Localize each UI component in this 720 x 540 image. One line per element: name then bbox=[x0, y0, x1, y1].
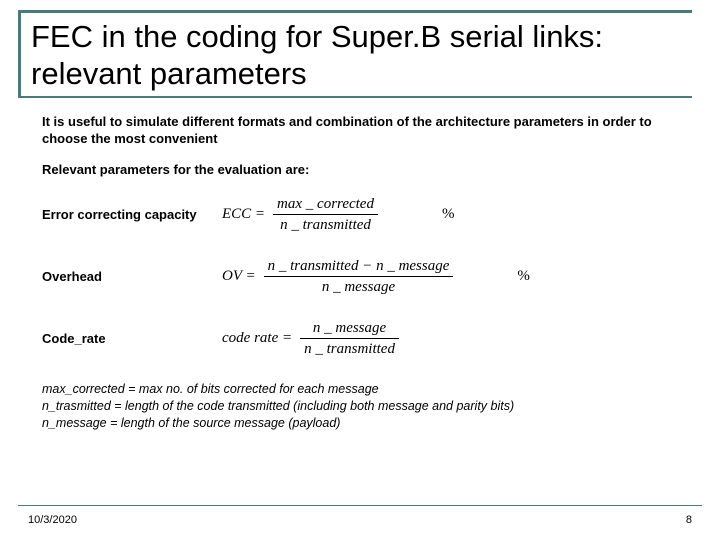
cr-den: n _ transmitted bbox=[300, 340, 399, 358]
def-max-corrected: max_corrected = max no. of bits correcte… bbox=[42, 381, 684, 398]
ov-lhs: OV = bbox=[222, 268, 256, 285]
ov-pct: % bbox=[517, 268, 530, 285]
subhead-text: Relevant parameters for the evaluation a… bbox=[42, 162, 684, 177]
footer-date: 10/3/2020 bbox=[28, 514, 77, 526]
ecc-num: max _ corrected bbox=[273, 195, 378, 213]
footer: 10/3/2020 8 bbox=[28, 514, 692, 526]
param-cr-label: Code_rate bbox=[42, 331, 222, 346]
footer-rule bbox=[18, 505, 702, 506]
ov-num: n _ transmitted − n _ message bbox=[264, 257, 454, 275]
slide-title: FEC in the coding for Super.B serial lin… bbox=[31, 19, 692, 92]
slide-body: It is useful to simulate different forma… bbox=[28, 114, 692, 431]
def-n-transmitted: n_trasmitted = length of the code transm… bbox=[42, 398, 684, 415]
def-n-message: n_message = length of the source message… bbox=[42, 415, 684, 432]
intro-text: It is useful to simulate different forma… bbox=[42, 114, 684, 148]
cr-num: n _ message bbox=[309, 319, 390, 337]
cr-lhs: code rate = bbox=[222, 330, 292, 347]
ov-fraction: n _ transmitted − n _ message n _ messag… bbox=[264, 257, 454, 296]
formula-ecc: ECC = max _ corrected n _ transmitted % bbox=[222, 195, 454, 234]
ecc-den: n _ transmitted bbox=[276, 216, 375, 234]
param-ecc: Error correcting capacity ECC = max _ co… bbox=[42, 195, 684, 235]
definitions: max_corrected = max no. of bits correcte… bbox=[42, 381, 684, 432]
formula-ov: OV = n _ transmitted − n _ message n _ m… bbox=[222, 257, 530, 296]
param-ov: Overhead OV = n _ transmitted − n _ mess… bbox=[42, 257, 684, 297]
fraction-bar bbox=[300, 338, 399, 339]
fraction-bar bbox=[264, 276, 454, 277]
param-ecc-label: Error correcting capacity bbox=[42, 207, 222, 222]
ecc-pct: % bbox=[442, 206, 455, 223]
title-block: FEC in the coding for Super.B serial lin… bbox=[18, 10, 692, 98]
ecc-lhs: ECC = bbox=[222, 206, 265, 223]
footer-page: 8 bbox=[686, 514, 692, 526]
cr-fraction: n _ message n _ transmitted bbox=[300, 319, 399, 358]
param-ov-label: Overhead bbox=[42, 269, 222, 284]
param-cr: Code_rate code rate = n _ message n _ tr… bbox=[42, 319, 684, 359]
fraction-bar bbox=[273, 214, 378, 215]
ov-den: n _ message bbox=[318, 278, 399, 296]
slide: FEC in the coding for Super.B serial lin… bbox=[0, 0, 720, 540]
formula-cr: code rate = n _ message n _ transmitted bbox=[222, 319, 463, 358]
ecc-fraction: max _ corrected n _ transmitted bbox=[273, 195, 378, 234]
